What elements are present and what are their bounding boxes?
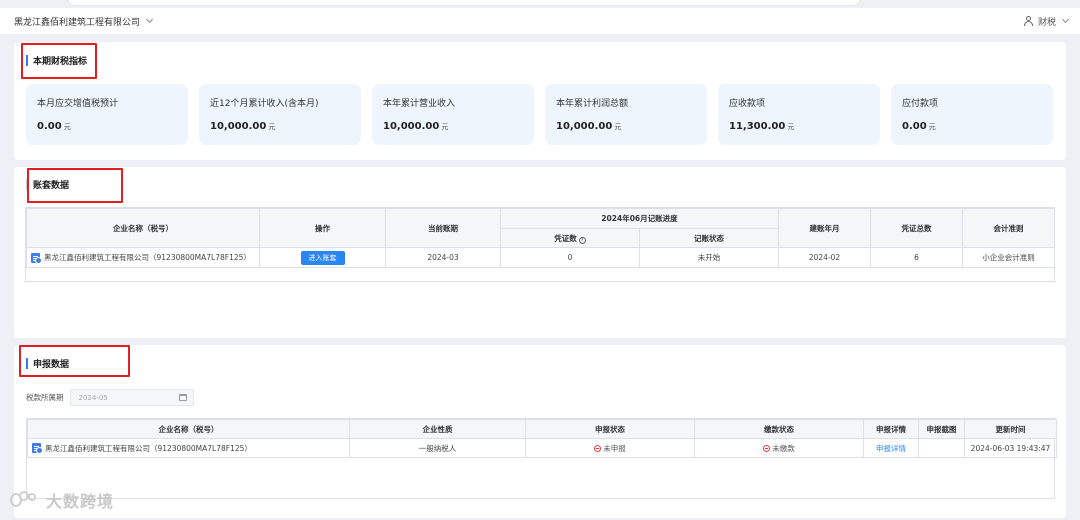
cell-standard: 小企业会计准则 — [962, 247, 1055, 268]
stat-value: 10,000.00 元 — [383, 121, 449, 132]
stat-label: 本年累计利润总额 — [556, 99, 629, 109]
company-switcher[interactable]: 黑龙江鑫佰利建筑工程有限公司 — [14, 15, 154, 28]
top-header: 黑龙江鑫佰利建筑工程有限公司 财税 — [0, 8, 1080, 34]
col-company: 企业名称（税号） — [26, 208, 260, 248]
declare-card: 申报数据 税款所属期 2024-05 企业名称（税号） 企业性质 申报状态 缴款… — [14, 345, 1066, 518]
col-nature: 企业性质 — [349, 419, 526, 439]
col-current-period: 当前账期 — [385, 208, 501, 248]
stat-row: 本月应交增值税预计 0.00 元 近12个月累计收入(含本月) 10,000.00… — [26, 84, 1053, 145]
col-progress-group: 2024年06月记账进度 — [500, 208, 779, 229]
declare-table: 企业名称（税号） 企业性质 申报状态 缴款状态 申报详情 申报截图 更新时间 黑… — [26, 418, 1057, 499]
ledger-doc-icon — [32, 443, 43, 454]
stat-card: 应付款项 0.00 元 — [891, 84, 1053, 145]
cell-company: 黑龙江鑫佰利建筑工程有限公司（91230800MA7L78F125） — [27, 438, 350, 458]
col-company: 企业名称（税号） — [27, 419, 350, 439]
cell-screenshot — [918, 438, 965, 458]
enter-ledger-button[interactable]: 进入账套 — [300, 250, 345, 265]
col-screenshot: 申报截图 — [918, 419, 965, 439]
company-name: 黑龙江鑫佰利建筑工程有限公司 — [14, 17, 141, 28]
col-action: 操作 — [259, 208, 386, 248]
top-strip — [68, 0, 860, 6]
chevron-down-icon — [1061, 15, 1070, 24]
col-payment-status: 缴款状态 — [694, 419, 864, 439]
stat-card: 本年累计营业收入 10,000.00 元 — [372, 84, 534, 145]
stat-card: 近12个月累计收入(含本月) 10,000.00 元 — [199, 84, 361, 145]
period-label: 税款所属期 — [26, 393, 64, 402]
stat-label: 应付款项 — [902, 99, 939, 109]
highlight-box — [21, 43, 97, 79]
col-voucher-total: 凭证总数 — [870, 208, 963, 248]
calendar-icon — [178, 394, 187, 401]
highlight-box — [27, 168, 123, 203]
declare-detail-link[interactable]: 申报详情 — [876, 444, 906, 453]
table-row: 黑龙江鑫佰利建筑工程有限公司（91230800MA7L78F125） 一般纳税人… — [27, 438, 1057, 458]
cell-payment-status: 未缴款 — [694, 438, 864, 458]
col-declare-status: 申报状态 — [525, 419, 695, 439]
minus-circle-icon — [594, 444, 602, 452]
user-menu[interactable]: 财税 — [1023, 15, 1070, 28]
cell-declare-status: 未申报 — [525, 438, 695, 458]
ledger-doc-icon — [31, 252, 42, 264]
period-filter: 税款所属期 2024-05 — [26, 389, 194, 406]
cell-current-period: 2024-03 — [385, 247, 501, 268]
stat-value: 0.00 元 — [37, 121, 71, 132]
cell-setup-month: 2024-02 — [778, 247, 871, 268]
watermark-logo-icon — [10, 491, 42, 509]
highlight-box — [19, 345, 130, 377]
cell-company: 黑龙江鑫佰利建筑工程有限公司（91230800MA7L78F125） — [26, 247, 260, 268]
stat-label: 近12个月累计收入(含本月) — [210, 99, 319, 109]
user-name: 财税 — [1037, 17, 1056, 28]
cell-nature: 一般纳税人 — [349, 438, 526, 458]
col-setup-month: 建账年月 — [778, 208, 871, 248]
stat-card: 本年累计利润总额 10,000.00 元 — [545, 84, 707, 145]
col-standard: 会计准则 — [962, 208, 1055, 248]
cell-voucher-total: 6 — [870, 247, 963, 268]
indicators-card: 本期财税指标 本月应交增值税预计 0.00 元 近12个月累计收入(含本月) 10… — [14, 42, 1066, 160]
cell-updated: 2024-06-03 19:43:47 — [964, 438, 1057, 458]
cell-action: 进入账套 — [259, 247, 386, 268]
help-icon[interactable]: ? — [578, 236, 586, 244]
ledger-card: 账套数据 企业名称（税号） 操作 当前账期 2024年06月记账进度 建账年月 … — [14, 167, 1066, 338]
period-date-input[interactable]: 2024-05 — [69, 389, 194, 406]
stat-value: 10,000.00 元 — [556, 121, 622, 132]
stat-label: 应收款项 — [729, 99, 766, 109]
user-icon — [1023, 16, 1034, 26]
col-detail: 申报详情 — [863, 419, 919, 439]
stat-label: 本月应交增值税预计 — [37, 99, 119, 109]
stat-card: 本月应交增值税预计 0.00 元 — [26, 84, 188, 145]
watermark-text: 大数跨境 — [46, 492, 115, 511]
col-booking-status: 记账状态 — [639, 228, 779, 248]
stat-value: 11,300.00 元 — [729, 121, 795, 132]
minus-circle-icon — [763, 444, 771, 452]
stat-label: 本年累计营业收入 — [383, 99, 456, 109]
watermark: 大数跨境 — [10, 488, 114, 512]
table-row: 黑龙江鑫佰利建筑工程有限公司（91230800MA7L78F125） 进入账套 … — [26, 247, 1055, 268]
cell-booking-status: 未开始 — [639, 247, 779, 268]
col-voucher-count: 凭证数? — [500, 228, 640, 248]
stat-value: 10,000.00 元 — [210, 121, 276, 132]
chevron-down-icon — [145, 15, 154, 24]
cell-detail: 申报详情 — [863, 438, 919, 458]
ledger-table: 企业名称（税号） 操作 当前账期 2024年06月记账进度 建账年月 凭证总数 … — [25, 207, 1055, 282]
stat-value: 0.00 元 — [902, 121, 936, 132]
stat-card: 应收款项 11,300.00 元 — [718, 84, 880, 145]
cell-voucher-count: 0 — [500, 247, 640, 268]
col-updated: 更新时间 — [964, 419, 1057, 439]
